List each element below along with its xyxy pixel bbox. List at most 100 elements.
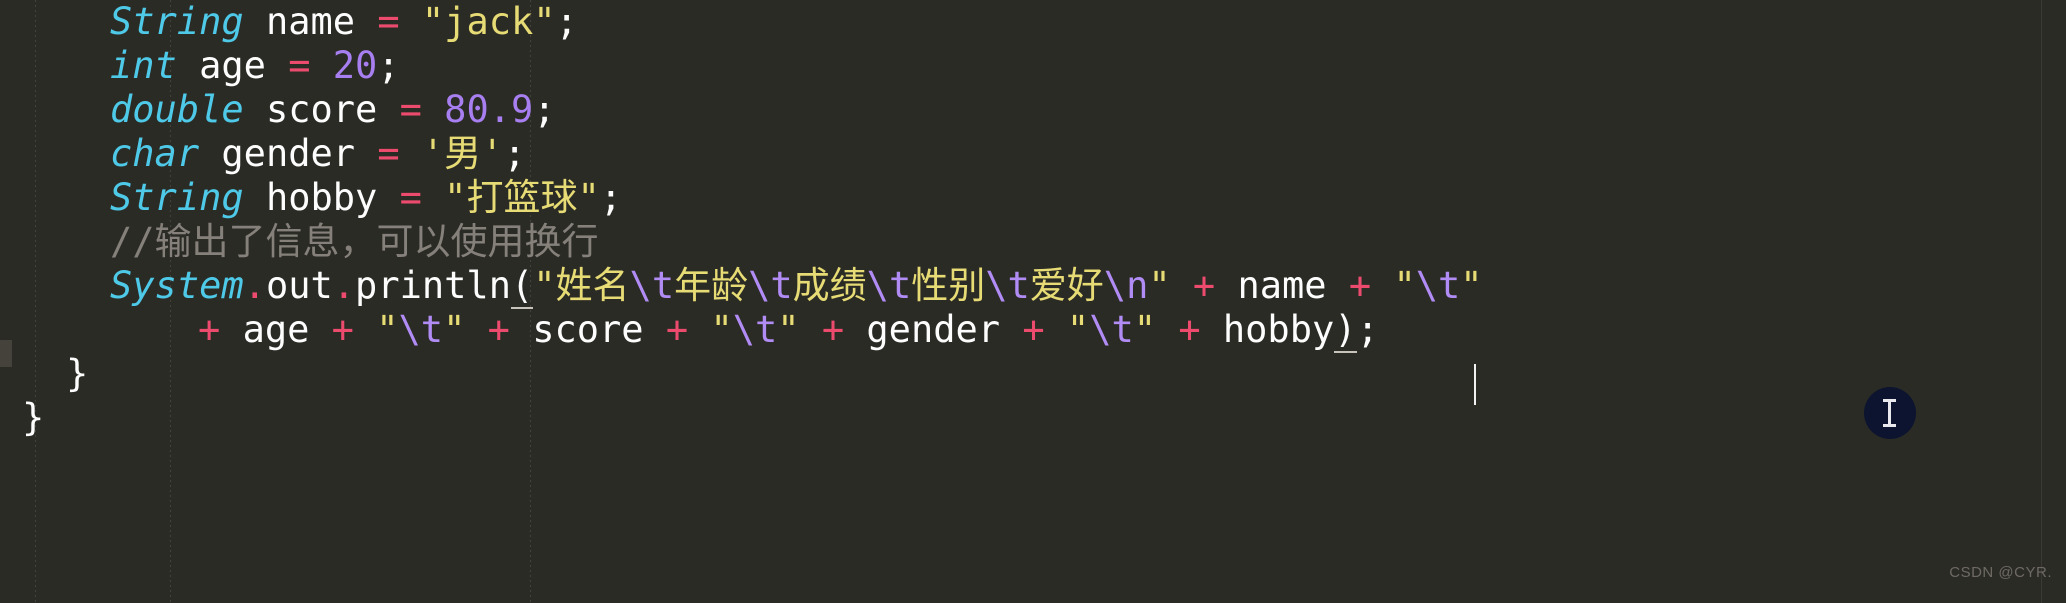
token-punct: ;: [1356, 308, 1379, 351]
code-line[interactable]: char gender = '男';: [0, 132, 2066, 176]
token-num: 20: [332, 44, 378, 87]
token-str: ": [1133, 308, 1157, 351]
token-dot: .: [243, 264, 266, 307]
code-content[interactable]: String name = "jack"; int age = 20; double…: [0, 0, 2066, 440]
token-plain: name: [265, 0, 356, 43]
token-dot: .: [332, 264, 356, 307]
token-str: "打篮球": [444, 176, 600, 219]
token-str: ": [1460, 264, 1483, 307]
token-punct: }: [66, 352, 89, 395]
token-comment: //输出了信息，可以使用换行: [110, 220, 599, 263]
token-plain: score: [265, 88, 378, 131]
code-line[interactable]: int age = 20;: [0, 44, 2066, 88]
token-esc: \t: [1415, 264, 1461, 307]
token-op: +: [331, 308, 354, 351]
token-plain: age: [242, 308, 310, 351]
token-op: =: [377, 132, 400, 175]
token-plain: println: [355, 264, 511, 307]
token-plain: name: [1237, 264, 1327, 307]
code-line[interactable]: String hobby = "打篮球";: [0, 176, 2066, 220]
token-esc: \t: [866, 264, 912, 307]
token-esc: \t: [732, 308, 778, 351]
token-str: ": [1066, 308, 1090, 351]
token-esc: \t: [398, 308, 444, 351]
token-op: +: [665, 308, 689, 351]
token-str: 性别: [911, 264, 986, 307]
token-plain: hobby: [265, 176, 378, 219]
token-str: ": [777, 308, 800, 351]
token-punct: ;: [533, 88, 556, 131]
token-punct: ;: [377, 44, 400, 87]
token-str: "姓名: [533, 264, 630, 307]
watermark: CSDN @CYR.: [1949, 564, 2052, 581]
token-str: 年龄: [674, 264, 749, 307]
token-plain: out: [265, 264, 333, 307]
token-op: +: [821, 308, 845, 351]
token-type: char: [110, 132, 200, 175]
token-esc: \t: [1089, 308, 1134, 351]
code-line[interactable]: System.out.println("姓名\t年龄\t成绩\t性别\t爱好\n…: [0, 264, 2066, 309]
token-op: +: [1178, 308, 1201, 351]
token-plain: hobby: [1222, 308, 1335, 351]
token-str: 成绩: [792, 264, 867, 307]
token-esc: \t: [629, 264, 675, 307]
token-type: String: [110, 0, 244, 43]
token-str: '男': [421, 132, 504, 175]
token-punct: ;: [555, 0, 578, 43]
code-line[interactable]: //输出了信息，可以使用换行: [0, 220, 2066, 264]
token-type: String: [110, 176, 244, 219]
token-str: "jack": [421, 0, 556, 43]
token-str: ": [443, 308, 466, 351]
token-op: =: [288, 44, 311, 87]
token-punct: ;: [503, 132, 526, 175]
token-op: =: [399, 176, 422, 219]
token-bracket: (: [510, 264, 534, 309]
token-type: System: [110, 264, 244, 307]
code-line[interactable]: }: [0, 352, 2066, 396]
token-num: 80.9: [444, 88, 534, 131]
code-line[interactable]: + age + "\t" + score + "\t" + gender + "…: [0, 308, 2066, 353]
token-op: =: [399, 88, 422, 131]
token-str: ": [376, 308, 399, 351]
text-caret: [1474, 364, 1476, 405]
token-punct: ;: [599, 176, 623, 219]
code-line[interactable]: String name = "jack";: [0, 0, 2066, 44]
token-esc: \t: [748, 264, 793, 307]
code-line[interactable]: }: [0, 396, 2066, 440]
token-op: +: [1022, 308, 1045, 351]
token-type: int: [110, 44, 177, 87]
token-op: +: [1348, 264, 1372, 307]
code-line[interactable]: double score = 80.9;: [0, 88, 2066, 132]
mouse-cursor-ibeam: [1864, 387, 1916, 439]
token-op: +: [198, 308, 221, 351]
code-editor[interactable]: String name = "jack"; int age = 20; double…: [0, 0, 2066, 603]
token-bracket: ): [1334, 308, 1357, 353]
